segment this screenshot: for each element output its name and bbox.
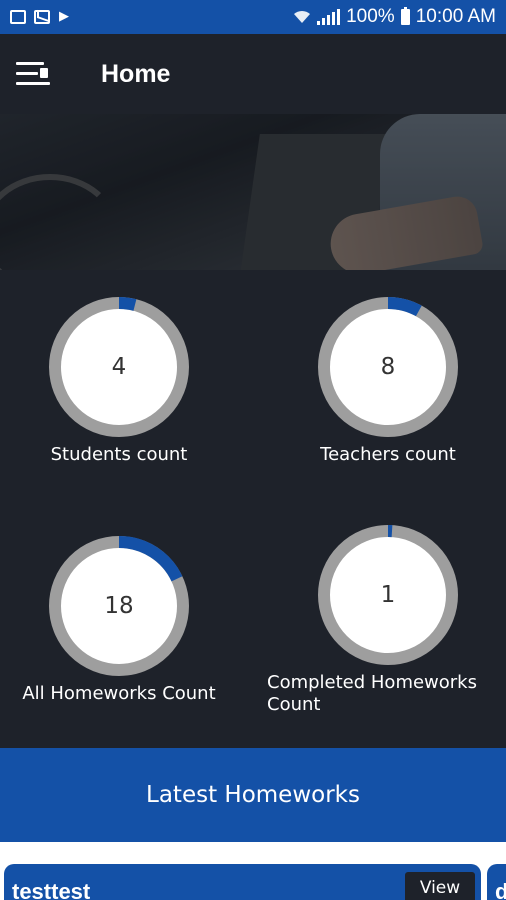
signal-icon	[317, 9, 341, 25]
homework-title: testtest	[12, 879, 91, 900]
notification-icons	[10, 8, 74, 24]
completed-homeworks-progress-ring: 1	[317, 524, 459, 666]
wifi-icon	[294, 10, 311, 23]
menu-open-icon[interactable]	[16, 59, 52, 89]
homework-card[interactable]: d	[487, 864, 506, 900]
teachers-count-label: Teachers count	[320, 444, 456, 465]
homework-title: d	[495, 879, 506, 900]
stat-students: 4 Students count	[0, 296, 244, 466]
completed-homeworks-count-label: Completed Homeworks Count	[267, 672, 477, 715]
flag-icon	[58, 8, 74, 24]
clock: 10:00 AM	[415, 6, 496, 27]
image-icon	[10, 10, 26, 24]
status-bar: 100% 10:00 AM	[0, 0, 506, 34]
all-homeworks-count-value: 18	[104, 593, 134, 619]
homework-card[interactable]: testtest View	[4, 864, 481, 900]
header-banner-image	[0, 114, 506, 270]
app-bar: Home	[0, 34, 506, 114]
students-count-value: 4	[111, 354, 127, 380]
stat-teachers: 8 Teachers count	[263, 296, 506, 466]
teachers-count-value: 8	[380, 354, 396, 380]
battery-percent: 100%	[346, 6, 395, 27]
page-title: Home	[101, 59, 171, 88]
mail-icon	[34, 10, 50, 24]
completed-homeworks-count-value: 1	[380, 582, 396, 608]
all-homeworks-count-label: All Homeworks Count	[22, 683, 216, 704]
stat-all-homeworks: 18 All Homeworks Count	[0, 535, 244, 705]
teachers-progress-ring: 8	[317, 296, 459, 438]
students-progress-ring: 4	[48, 296, 190, 438]
battery-icon	[400, 7, 410, 25]
latest-homeworks-list[interactable]: testtest View d	[0, 842, 506, 900]
all-homeworks-progress-ring: 18	[48, 535, 190, 677]
latest-homeworks-heading: Latest Homeworks	[0, 748, 506, 842]
students-count-label: Students count	[50, 444, 188, 465]
stats-panel: 4 Students count 8 Teachers count 18 All…	[0, 270, 506, 748]
stat-completed-homeworks: 1 Completed Homeworks Count	[263, 524, 506, 716]
view-button[interactable]: View	[405, 872, 475, 900]
system-icons: 100% 10:00 AM	[293, 6, 496, 28]
